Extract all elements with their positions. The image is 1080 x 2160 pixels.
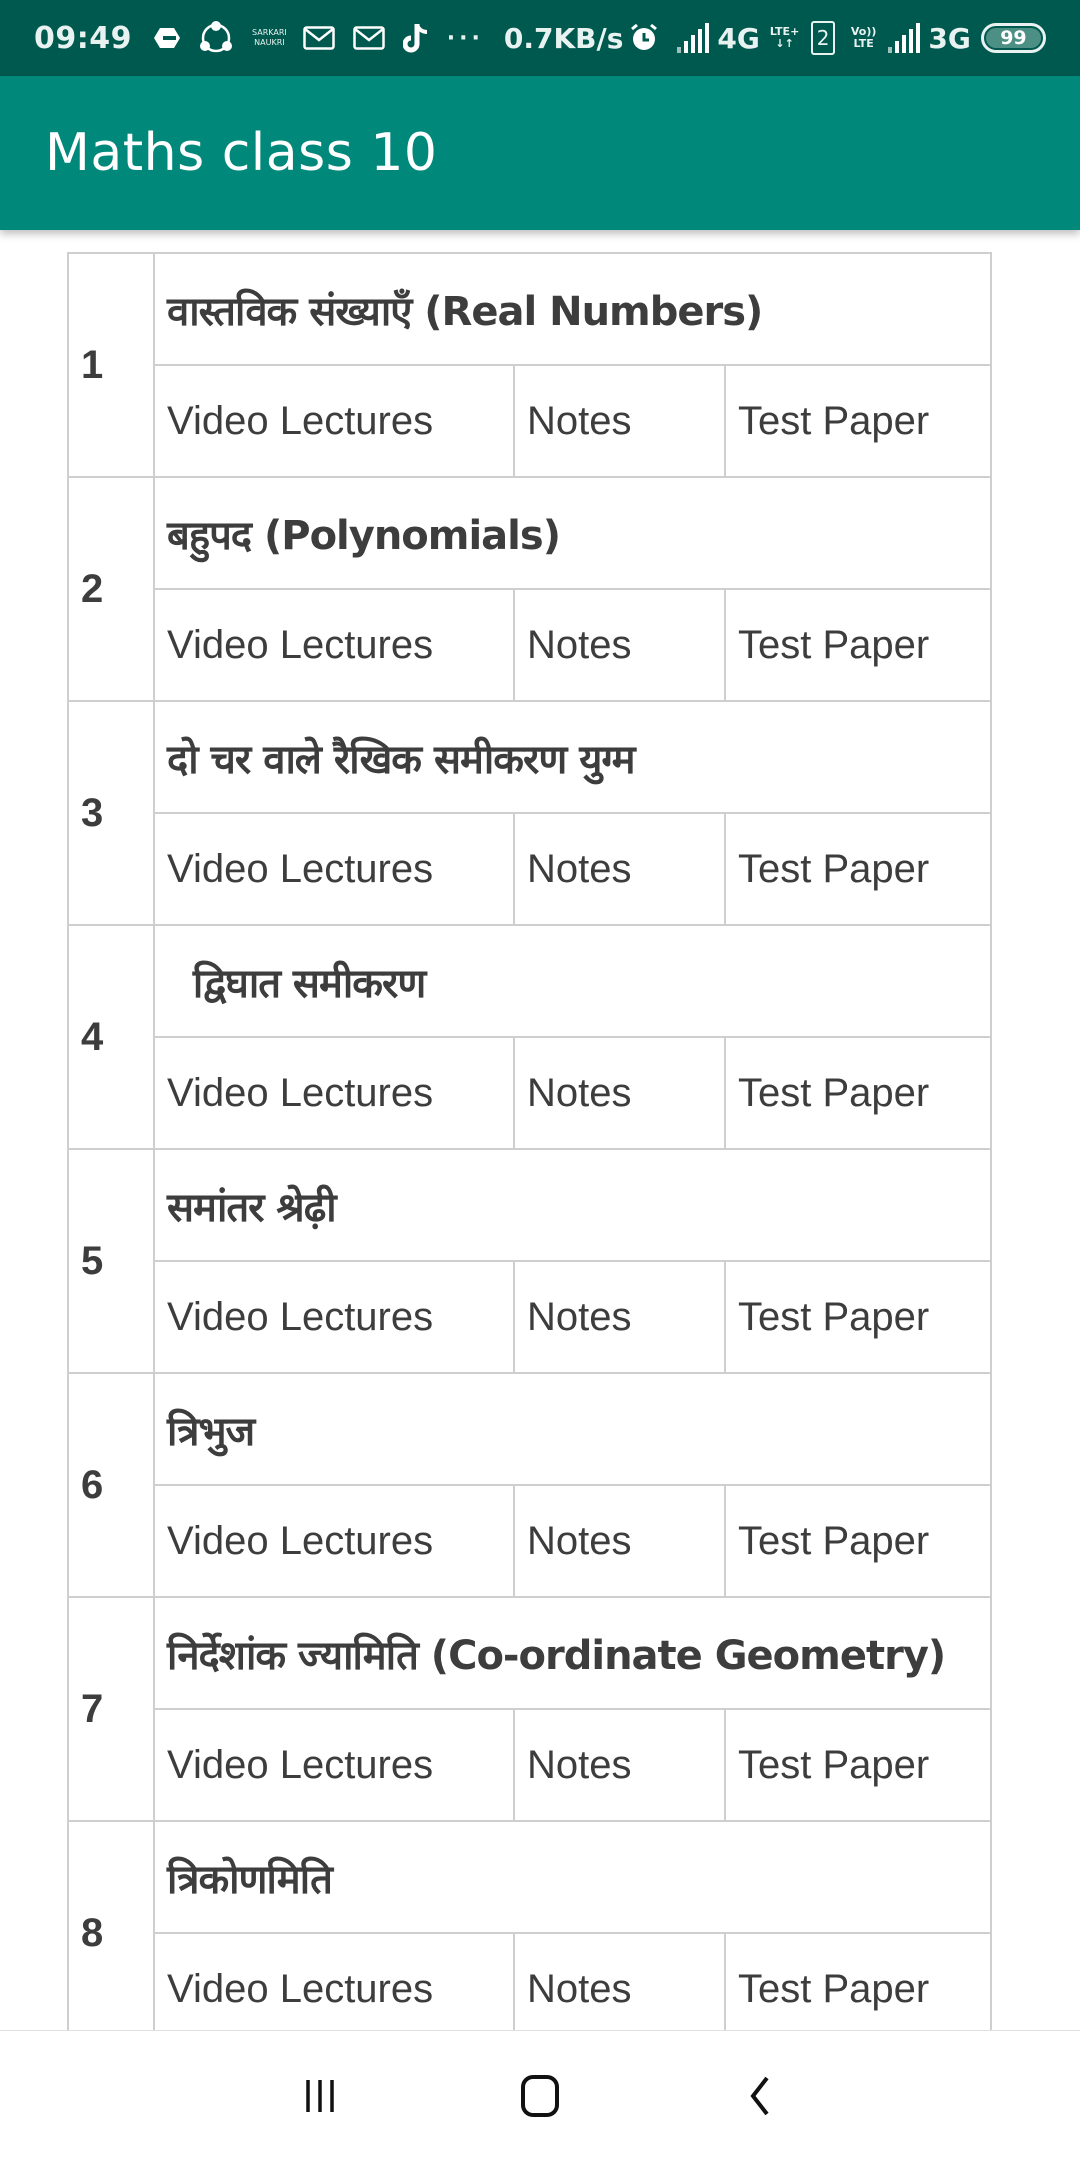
chapter-table: 1 वास्तविक संख्याएँ (Real Numbers) Video L… (67, 252, 992, 2030)
chapter-title-row: 3 दो चर वाले रैखिक समीकरण युग्म (67, 700, 992, 926)
chapter-number: 7 (67, 1596, 155, 1822)
volte-indicator: Vo)) LTE (851, 26, 877, 50)
chapter-title: त्रिकोणमिति (153, 1820, 992, 1934)
notes-link[interactable]: Notes (513, 364, 726, 478)
chapter-title-row: 5 समांतर श्रेढ़ी (67, 1148, 992, 1374)
tiktok-icon (402, 22, 429, 54)
drive-icon (154, 26, 180, 50)
chapter-title: निर्देशांक ज्यामिति (Co-ordinate Geometr… (153, 1596, 992, 1710)
notes-link[interactable]: Notes (513, 1932, 726, 2030)
test-paper-link[interactable]: Test Paper (724, 1932, 992, 2030)
network-type-2: 3G (928, 21, 971, 55)
sarkari-line2: NAUKRI (254, 38, 285, 47)
notes-link[interactable]: Notes (513, 1036, 726, 1150)
chapter-number: 3 (67, 700, 155, 926)
notes-link[interactable]: Notes (513, 812, 726, 926)
net-speed: 0.7KB/s (503, 21, 624, 55)
signal-icon (888, 23, 922, 53)
chapter-title-row: 2 बहुपद (Polynomials) (67, 476, 992, 702)
chapter-links-row: Video Lectures Notes Test Paper (68, 588, 992, 702)
chapter-title: त्रिभुज (153, 1372, 992, 1486)
back-button[interactable] (650, 2046, 870, 2146)
video-lectures-link[interactable]: Video Lectures (153, 1484, 515, 1598)
sarkari-naukri-icon: SARKARI NAUKRI (252, 28, 287, 48)
test-paper-link[interactable]: Test Paper (724, 1484, 992, 1598)
chapter-number: 5 (67, 1148, 155, 1374)
notes-link[interactable]: Notes (513, 1484, 726, 1598)
chapter-links-row: Video Lectures Notes Test Paper (68, 1036, 992, 1150)
navigation-bar (0, 2030, 1080, 2160)
video-lectures-link[interactable]: Video Lectures (153, 588, 515, 702)
chapter-title-row: 6 त्रिभुज (67, 1372, 992, 1598)
chapter-links-row: Video Lectures Notes Test Paper (68, 1260, 992, 1374)
mail-icon (303, 26, 335, 50)
status-time: 09:49 (34, 20, 132, 56)
network-type-1: 4G (717, 21, 760, 55)
home-button[interactable] (430, 2046, 650, 2146)
chapter-links-row: Video Lectures Notes Test Paper (68, 812, 992, 926)
chapter-number: 4 (67, 924, 155, 1150)
test-paper-link[interactable]: Test Paper (724, 1036, 992, 1150)
chapter-number: 1 (67, 252, 155, 478)
volte-line2: LTE (853, 37, 874, 50)
app-bar: Maths class 10 (0, 76, 1080, 230)
signal-icon (677, 23, 711, 53)
chapter-number: 8 (67, 1820, 155, 2030)
recents-button[interactable] (210, 2046, 430, 2146)
notes-link[interactable]: Notes (513, 1708, 726, 1822)
notes-link[interactable]: Notes (513, 588, 726, 702)
video-lectures-link[interactable]: Video Lectures (153, 1036, 515, 1150)
chapter-links-row: Video Lectures Notes Test Paper (68, 364, 992, 478)
chapter-title: बहुपद (Polynomials) (153, 476, 992, 590)
chapter-title: दो चर वाले रैखिक समीकरण युग्म (153, 700, 992, 814)
test-paper-link[interactable]: Test Paper (724, 364, 992, 478)
back-icon (750, 2076, 769, 2115)
recents-icon (306, 2079, 334, 2112)
lte-plus-indicator: LTE+ ↓↑ (770, 26, 799, 50)
test-paper-link[interactable]: Test Paper (724, 812, 992, 926)
home-icon (521, 2074, 559, 2117)
chapter-number: 2 (67, 476, 155, 702)
page-title: Maths class 10 (45, 123, 438, 183)
test-paper-link[interactable]: Test Paper (724, 1708, 992, 1822)
shareit-icon (198, 20, 234, 56)
chapter-number: 6 (67, 1372, 155, 1598)
mail-icon (353, 26, 385, 50)
chapter-list[interactable]: 1 वास्तविक संख्याएँ (Real Numbers) Video L… (0, 230, 1080, 2030)
battery-level: 99 (985, 27, 1041, 49)
chapter-title: द्विघात समीकरण (153, 924, 992, 1038)
data-arrows-icon: ↓↑ (775, 37, 794, 50)
chapter-title-row: 8 त्रिकोणमिति (67, 1820, 992, 2030)
status-bar: 09:49 SARKARI NAUKRI ··· 0.7KB/s 4G LTE+… (0, 0, 1080, 76)
video-lectures-link[interactable]: Video Lectures (153, 364, 515, 478)
chapter-links-row: Video Lectures Notes Test Paper (68, 1708, 992, 1822)
chapter-title-row: 1 वास्तविक संख्याएँ (Real Numbers) (67, 252, 992, 478)
battery-icon: 99 (980, 23, 1046, 53)
chapter-links-row: Video Lectures Notes Test Paper (68, 1484, 992, 1598)
chapter-title: समांतर श्रेढ़ी (153, 1148, 992, 1262)
video-lectures-link[interactable]: Video Lectures (153, 1260, 515, 1374)
sarkari-line1: SARKARI (252, 28, 287, 37)
video-lectures-link[interactable]: Video Lectures (153, 1932, 515, 2030)
video-lectures-link[interactable]: Video Lectures (153, 812, 515, 926)
test-paper-link[interactable]: Test Paper (724, 1260, 992, 1374)
test-paper-link[interactable]: Test Paper (724, 588, 992, 702)
notes-link[interactable]: Notes (513, 1260, 726, 1374)
sim-2-icon: 2 (811, 21, 835, 55)
chapter-title: वास्तविक संख्याएँ (Real Numbers) (153, 252, 992, 366)
chapter-links-row: Video Lectures Notes Test Paper (68, 1932, 992, 2030)
chapter-title-row: 4 द्विघात समीकरण (67, 924, 992, 1150)
chapter-title-row: 7 निर्देशांक ज्यामिति (Co-ordinate Geomet… (67, 1596, 992, 1822)
video-lectures-link[interactable]: Video Lectures (153, 1708, 515, 1822)
more-notifications-icon: ··· (446, 25, 484, 51)
alarm-icon (629, 23, 659, 53)
